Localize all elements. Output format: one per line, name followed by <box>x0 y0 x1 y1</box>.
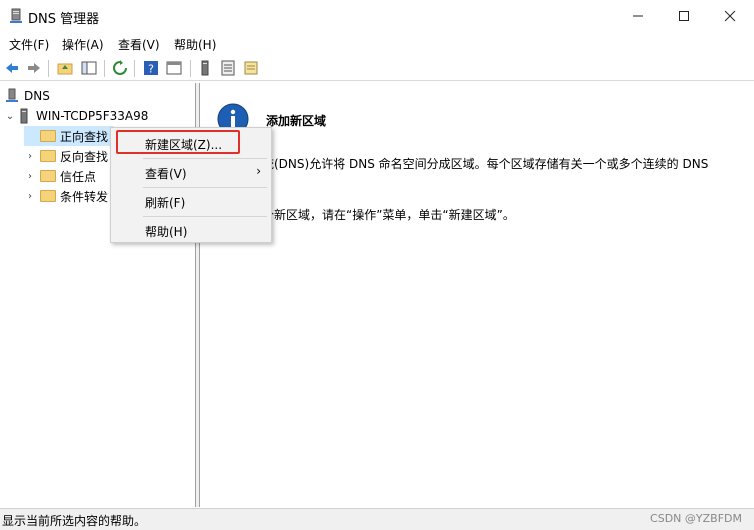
tree-label: WIN-TCDP5F33A98 <box>36 109 149 123</box>
tree-item-reverse-lookup[interactable]: › 反向查找 <box>24 146 108 166</box>
status-text: 显示当前所选内容的帮助。 <box>2 514 147 528</box>
folder-icon <box>40 130 56 142</box>
toolbar-separator <box>134 60 135 77</box>
dns-server-icon <box>10 8 22 23</box>
title-bar: DNS 管理器 <box>0 0 754 32</box>
status-bar: 显示当前所选内容的帮助。 CSDN @YZBFDM <box>0 508 754 530</box>
maximize-button[interactable] <box>661 0 707 32</box>
window-title: DNS 管理器 <box>28 12 100 27</box>
highlight-box <box>116 130 240 154</box>
expand-chevron-icon[interactable]: › <box>24 171 36 182</box>
tree-label: DNS <box>24 89 50 103</box>
dns-icon <box>6 88 18 102</box>
svg-text:?: ? <box>148 63 154 76</box>
back-arrow-icon[interactable] <box>4 60 20 76</box>
watermark: CSDN @YZBFDM <box>650 512 742 525</box>
maximize-icon <box>679 11 689 21</box>
refresh-icon[interactable] <box>112 60 128 76</box>
close-icon <box>724 10 736 22</box>
help-icon[interactable]: ? <box>143 60 159 76</box>
records-icon[interactable] <box>243 60 259 76</box>
menu-item-refresh[interactable]: 刷新(F) <box>145 194 185 211</box>
tree-label: 正向查找 <box>60 129 109 144</box>
menu-file[interactable]: 文件(F) <box>9 36 49 53</box>
tree-item-conditional-forwarders[interactable]: › 条件转发 <box>24 186 108 206</box>
folder-icon <box>40 190 56 202</box>
menu-item-help[interactable]: 帮助(H) <box>145 223 187 240</box>
close-button[interactable] <box>707 0 753 32</box>
minimize-button[interactable] <box>615 0 661 32</box>
tree-item-server[interactable]: ⌄ WIN-TCDP5F33A98 <box>4 106 148 126</box>
collapse-chevron-icon[interactable]: ⌄ <box>4 111 16 122</box>
tree-item-trust-points[interactable]: › 信任点 <box>24 166 96 186</box>
info-description: 统(DNS)允许将 DNS 命名空间分成区域。每个区域存储有关一个或多个连续的 … <box>262 157 709 171</box>
expand-chevron-icon[interactable]: › <box>24 151 36 162</box>
menu-item-view[interactable]: 查看(V) <box>145 165 187 182</box>
folder-icon <box>40 150 56 162</box>
menu-bar: 文件(F) 操作(A) 查看(V) 帮助(H) <box>0 33 754 55</box>
menu-separator <box>143 187 267 188</box>
server-icon[interactable] <box>197 60 213 76</box>
up-folder-icon[interactable] <box>57 60 73 76</box>
tree-label: 条件转发 <box>60 189 109 204</box>
expand-chevron-icon[interactable]: › <box>24 191 36 202</box>
server-icon <box>20 108 28 124</box>
tree-item-forward-lookup[interactable]: 正向查找 <box>24 126 114 146</box>
folder-icon <box>40 170 56 182</box>
menu-separator <box>143 158 267 159</box>
show-hide-tree-icon[interactable] <box>81 60 97 76</box>
submenu-arrow-icon: › <box>256 164 261 178</box>
menu-help[interactable]: 帮助(H) <box>174 36 216 53</box>
toolbar: ? <box>0 56 754 81</box>
toolbar-separator <box>48 60 49 77</box>
tree-label: 信任点 <box>60 169 97 184</box>
forward-arrow-icon[interactable] <box>26 60 42 76</box>
properties-icon[interactable] <box>166 60 182 76</box>
menu-action[interactable]: 操作(A) <box>62 36 104 53</box>
list-view-icon[interactable] <box>220 60 236 76</box>
toolbar-separator <box>104 60 105 77</box>
info-instruction: 个新区域，请在“操作”菜单，单击“新建区域”。 <box>262 208 515 222</box>
minimize-icon <box>633 15 643 17</box>
tree-item-dns[interactable]: DNS <box>4 86 50 106</box>
tree-label: 反向查找 <box>60 149 109 164</box>
menu-separator <box>143 216 267 217</box>
info-title: 添加新区域 <box>266 114 327 128</box>
toolbar-separator <box>190 60 191 77</box>
menu-view[interactable]: 查看(V) <box>118 36 160 53</box>
details-pane: 添加新区域 统(DNS)允许将 DNS 命名空间分成区域。每个区域存储有关一个或… <box>201 83 754 507</box>
